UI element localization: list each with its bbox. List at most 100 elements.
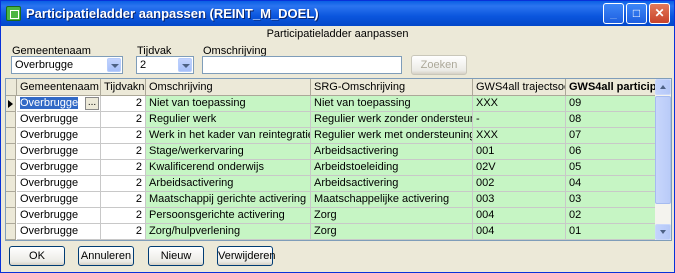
cell-tijdvak[interactable]: 2	[101, 112, 146, 128]
cell-gemeente[interactable]: Overbrugge	[17, 160, 101, 176]
ok-button[interactable]: OK	[9, 246, 65, 266]
row-selector[interactable]	[6, 208, 16, 224]
column-header[interactable]: Gemeentenaam	[17, 79, 101, 96]
cell-gemeente[interactable]: Overbrugge	[17, 208, 101, 224]
chevron-down-icon[interactable]	[107, 58, 121, 72]
cell-omschrijving[interactable]: Regulier werk	[146, 112, 311, 128]
cell-tijdvak[interactable]: 2	[101, 128, 146, 144]
cell-participatie[interactable]: 03	[566, 192, 656, 208]
column-header[interactable]: Tijdvaknum	[101, 79, 146, 96]
cell-participatie[interactable]: 09	[566, 96, 656, 112]
cell-participatie[interactable]: 04	[566, 176, 656, 192]
scroll-up-icon[interactable]	[655, 79, 671, 95]
search-button[interactable]: Zoeken	[411, 55, 467, 75]
chevron-down-icon[interactable]	[178, 58, 192, 72]
cell-participatie[interactable]: 08	[566, 112, 656, 128]
cell-gemeente[interactable]: Overbrugge	[17, 224, 101, 240]
cell-gemeente[interactable]: Overbrugge	[17, 128, 101, 144]
scroll-thumb[interactable]	[655, 96, 671, 204]
cell-trajectsoort[interactable]: 004	[473, 208, 566, 224]
cell-tijdvak[interactable]: 2	[101, 160, 146, 176]
cell-srg-omschrijving[interactable]: Arbeidsactivering	[311, 144, 473, 160]
ellipsis-button[interactable]: ...	[85, 97, 99, 110]
row-selector[interactable]	[6, 224, 16, 240]
table-row[interactable]: Overbrugge 2 Arbeidsactivering Arbeidsactiv…	[6, 176, 656, 192]
table-row[interactable]: Overbrugge 2 Regulier werk Regulier werk zo…	[6, 112, 656, 128]
cell-omschrijving[interactable]: Persoonsgerichte activering	[146, 208, 311, 224]
cell-trajectsoort[interactable]: 001	[473, 144, 566, 160]
cell-gemeente[interactable]: Overbrugge	[17, 144, 101, 160]
cell-participatie[interactable]: 05	[566, 160, 656, 176]
cell-omschrijving[interactable]: Werk in het kader van reintegratie	[146, 128, 311, 144]
table-row[interactable]: Overbrugge 2 Zorg/hulpverlening Zorg 004 01	[6, 224, 656, 240]
close-button[interactable]: ✕	[649, 3, 670, 24]
scroll-down-icon[interactable]	[655, 224, 671, 240]
cell-srg-omschrijving[interactable]: Regulier werk met ondersteuning	[311, 128, 473, 144]
cell-srg-omschrijving[interactable]: Maatschappelijke activering	[311, 192, 473, 208]
cell-omschrijving-text: Arbeidsactivering	[149, 177, 234, 189]
cell-omschrijving[interactable]: Zorg/hulpverlening	[146, 224, 311, 240]
row-selector[interactable]	[6, 128, 16, 144]
title-bar[interactable]: Participatieladder aanpassen (REINT_M_DO…	[1, 1, 674, 26]
form-header: Participatieladder aanpassen	[266, 28, 409, 40]
row-selector[interactable]	[6, 96, 16, 112]
cell-omschrijving[interactable]: Arbeidsactivering	[146, 176, 311, 192]
cell-trajectsoort[interactable]: XXX	[473, 96, 566, 112]
cell-gemeente[interactable]: Overbrugge...	[17, 96, 101, 112]
cell-trajectsoort[interactable]: 002	[473, 176, 566, 192]
cell-trajectsoort[interactable]: XXX	[473, 128, 566, 144]
cell-tijdvak[interactable]: 2	[101, 176, 146, 192]
table-row[interactable]: Overbrugge 2 Maatschappij gerichte activer…	[6, 192, 656, 208]
verwijderen-button[interactable]: Verwijderen	[217, 246, 275, 266]
cell-omschrijving[interactable]: Kwalificerend onderwijs	[146, 160, 311, 176]
cell-trajectsoort[interactable]: 004	[473, 224, 566, 240]
cell-gemeente[interactable]: Overbrugge	[17, 192, 101, 208]
column-header[interactable]: GWS4all participatie	[566, 79, 656, 96]
table-row[interactable]: Overbrugge 2 Stage/werkervaring Arbeidsacti…	[6, 144, 656, 160]
cell-participatie[interactable]: 01	[566, 224, 656, 240]
row-selector[interactable]	[6, 176, 16, 192]
table-row[interactable]: Overbrugge 2 Werk in het kader van reinteg…	[6, 128, 656, 144]
tijdvak-select[interactable]: 2	[136, 56, 194, 74]
cell-srg-omschrijving[interactable]: Arbeidstoeleiding	[311, 160, 473, 176]
column-header[interactable]: GWS4all trajectsoort	[473, 79, 566, 96]
cell-tijdvak[interactable]: 2	[101, 208, 146, 224]
cell-srg-omschrijving[interactable]: Zorg	[311, 208, 473, 224]
cell-participatie[interactable]: 02	[566, 208, 656, 224]
table-row[interactable]: Overbrugge... 2 Niet van toepassing Niet va…	[6, 96, 656, 112]
cell-omschrijving[interactable]: Niet van toepassing	[146, 96, 311, 112]
table-row[interactable]: Overbrugge 2 Persoonsgerichte activering Zo…	[6, 208, 656, 224]
cell-srg-omschrijving[interactable]: Niet van toepassing	[311, 96, 473, 112]
nieuw-button[interactable]: Nieuw	[148, 246, 204, 266]
cell-srg-omschrijving[interactable]: Arbeidsactivering	[311, 176, 473, 192]
cell-trajectsoort[interactable]: 02V	[473, 160, 566, 176]
omschrijving-input[interactable]	[202, 56, 402, 74]
cell-trajectsoort[interactable]: 003	[473, 192, 566, 208]
cell-tijdvak[interactable]: 2	[101, 144, 146, 160]
cell-omschrijving[interactable]: Stage/werkervaring	[146, 144, 311, 160]
row-selector[interactable]	[6, 144, 16, 160]
maximize-button[interactable]: □	[626, 3, 647, 24]
column-header[interactable]: SRG-Omschrijving	[311, 79, 473, 96]
cell-tijdvak[interactable]: 2	[101, 192, 146, 208]
cell-srg-omschrijving[interactable]: Zorg	[311, 224, 473, 240]
cell-participatie[interactable]: 06	[566, 144, 656, 160]
table-row[interactable]: Overbrugge 2 Kwalificerend onderwijs Arbeid…	[6, 160, 656, 176]
row-selector[interactable]	[6, 160, 16, 176]
row-selector[interactable]	[6, 192, 16, 208]
cell-gemeente[interactable]: Overbrugge	[17, 176, 101, 192]
cell-gemeente[interactable]: Overbrugge	[17, 112, 101, 128]
vertical-scrollbar[interactable]	[655, 79, 671, 240]
cell-omschrijving-text: Kwalificerend onderwijs	[149, 161, 264, 173]
cell-tijdvak[interactable]: 2	[101, 96, 146, 112]
cell-omschrijving[interactable]: Maatschappij gerichte activering	[146, 192, 311, 208]
cell-tijdvak[interactable]: 2	[101, 224, 146, 240]
gemeente-select[interactable]: Overbrugge	[11, 56, 123, 74]
annuleren-button[interactable]: Annuleren	[78, 246, 134, 266]
row-selector[interactable]	[6, 112, 16, 128]
cell-trajectsoort[interactable]: -	[473, 112, 566, 128]
cell-srg-omschrijving[interactable]: Regulier werk zonder ondersteuning	[311, 112, 473, 128]
cell-participatie[interactable]: 07	[566, 128, 656, 144]
column-header[interactable]: Omschrijving	[146, 79, 311, 96]
minimize-button[interactable]: _	[603, 3, 624, 24]
